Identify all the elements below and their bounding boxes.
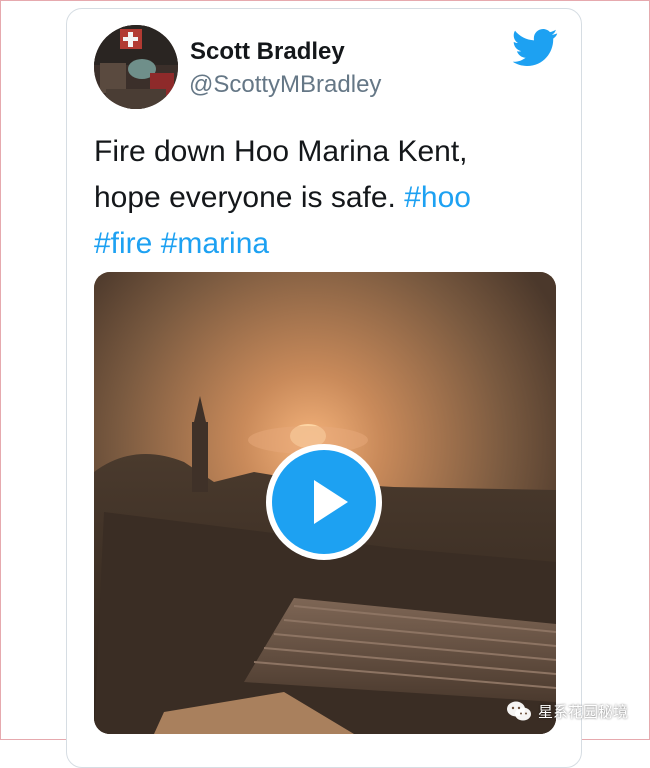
tweet-text: Fire down Hoo Marina Kent, hope everyone… bbox=[94, 129, 534, 267]
hashtag-fire[interactable]: #fire bbox=[94, 227, 152, 260]
hashtag-marina[interactable]: #marina bbox=[161, 227, 269, 260]
watermark-text: 星系花园秘境 bbox=[538, 702, 629, 721]
play-button-fill bbox=[272, 450, 376, 554]
wechat-icon bbox=[507, 701, 531, 721]
twitter-bird-icon[interactable] bbox=[512, 28, 558, 68]
avatar[interactable] bbox=[94, 25, 178, 109]
play-icon bbox=[314, 480, 348, 524]
watermark: 星系花园秘境 bbox=[506, 698, 628, 724]
hashtag-hoo[interactable]: #hoo bbox=[404, 181, 471, 214]
author-name[interactable]: Scott Bradley bbox=[190, 38, 345, 66]
author-handle[interactable]: @ScottyMBradley bbox=[189, 71, 381, 99]
play-button[interactable] bbox=[266, 444, 382, 560]
avatar-photo bbox=[94, 25, 178, 109]
